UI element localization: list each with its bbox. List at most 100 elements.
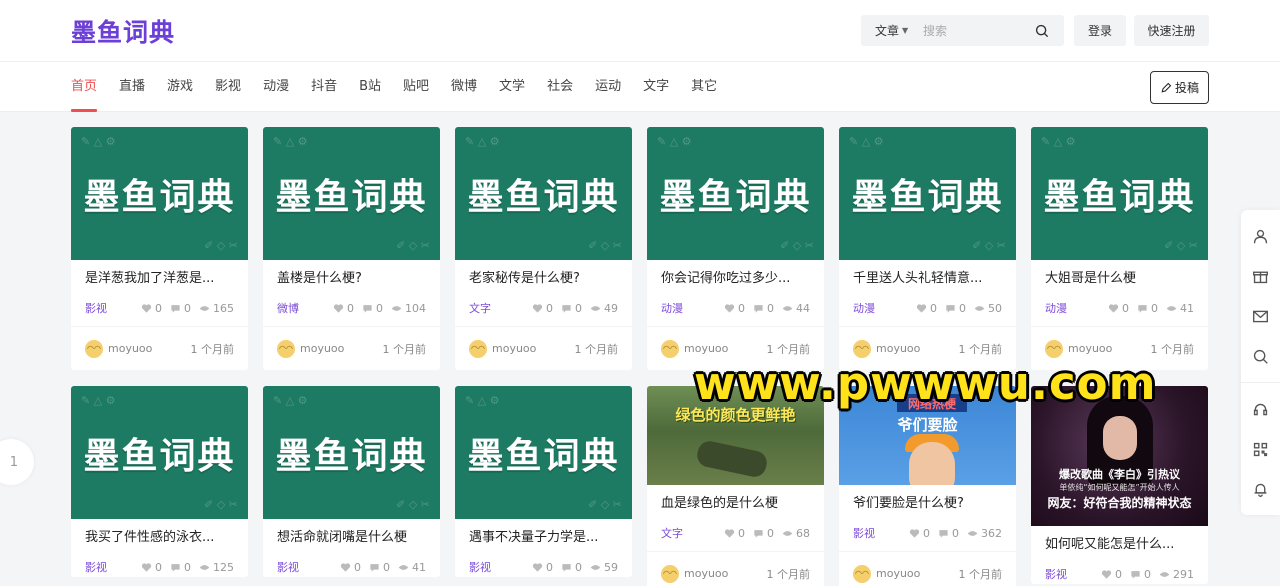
post-card[interactable]: ✎ △ ⚙ ✐ ◇ ✂ 墨鱼词典 老家秘传是什么梗? 文字 0 0 49 ◠◠ … [455, 127, 632, 370]
post-card[interactable]: ✎ △ ⚙ ✐ ◇ ✂ 墨鱼词典 你会记得你吃过多少... 动漫 0 0 44 … [647, 127, 824, 370]
author-name[interactable]: moyuoo [492, 342, 575, 355]
post-card[interactable]: ✎ △ ⚙ ✐ ◇ ✂ 墨鱼词典 是洋葱我加了洋葱是... 影视 0 0 165… [71, 127, 248, 370]
post-card[interactable]: ✎ △ ⚙ ✐ ◇ ✂ 墨鱼词典 盖楼是什么梗? 微博 0 0 104 ◠◠ m… [263, 127, 440, 370]
post-thumbnail[interactable]: ✎ △ ⚙ ✐ ◇ ✂ 墨鱼词典 [647, 127, 824, 260]
post-thumbnail[interactable]: ✎ △ ⚙ ✐ ◇ ✂ 墨鱼词典 [71, 127, 248, 260]
search-type-select[interactable]: 文章 ▼ [861, 22, 923, 39]
doodle-icon: ✎ △ ⚙ [465, 394, 500, 407]
site-logo[interactable]: 墨鱼词典 [71, 13, 175, 49]
nav-item-live[interactable]: 直播 [119, 62, 145, 112]
avatar[interactable]: ◠◠ [661, 339, 679, 358]
nav-item-sports[interactable]: 运动 [595, 62, 621, 112]
post-category[interactable]: 微博 [277, 300, 325, 316]
post-card[interactable]: ✎ △ ⚙ ✐ ◇ ✂ 墨鱼词典 大姐哥是什么梗 动漫 0 0 41 ◠◠ mo… [1031, 127, 1208, 370]
post-thumbnail[interactable]: 爆改歌曲《李白》引热议 单依纯“如何呢又能怎”开始人传人 网友：好符合我的精神状… [1031, 386, 1208, 526]
post-thumbnail[interactable]: ✎ △ ⚙ ✐ ◇ ✂ 墨鱼词典 [263, 127, 440, 260]
author-name[interactable]: moyuoo [300, 342, 383, 355]
post-thumbnail[interactable]: ✎ △ ⚙ ✐ ◇ ✂ 墨鱼词典 [455, 386, 632, 519]
post-card[interactable]: ✎ △ ⚙ ✐ ◇ ✂ 墨鱼词典 千里送人头礼轻情意... 动漫 0 0 50 … [839, 127, 1016, 370]
avatar[interactable]: ◠◠ [277, 339, 295, 358]
comment-icon [1131, 570, 1140, 579]
post-category[interactable]: 文字 [661, 525, 716, 541]
post-card[interactable]: 网络热梗 爷们要脸 爷们要脸是什么梗? 影视 0 0 362 ◠◠ moyuoo… [839, 386, 1016, 586]
post-card[interactable]: 绿色的颜色更鲜艳 血是绿色的是什么梗 文字 0 0 68 ◠◠ moyuoo 1… [647, 386, 824, 586]
gift-button[interactable] [1241, 256, 1280, 296]
post-thumbnail[interactable]: ✎ △ ⚙ ✐ ◇ ✂ 墨鱼词典 [263, 386, 440, 519]
comment-icon [562, 563, 571, 572]
nav-item-weibo[interactable]: 微博 [451, 62, 477, 112]
post-title[interactable]: 爷们要脸是什么梗? [839, 485, 1016, 523]
post-title[interactable]: 想活命就闭嘴是什么梗 [263, 519, 440, 557]
nav-item-anime[interactable]: 动漫 [263, 62, 289, 112]
nav-item-home[interactable]: 首页 [71, 62, 98, 112]
post-card[interactable]: ✎ △ ⚙ ✐ ◇ ✂ 墨鱼词典 我买了件性感的泳衣... 影视 0 0 125 [71, 386, 248, 577]
post-card[interactable]: 爆改歌曲《李白》引热议 单依纯“如何呢又能怎”开始人传人 网友：好符合我的精神状… [1031, 386, 1208, 584]
post-category[interactable]: 影视 [469, 559, 524, 575]
post-title[interactable]: 盖楼是什么梗? [263, 260, 440, 298]
register-button[interactable]: 快速注册 [1134, 15, 1209, 46]
nav-item-douyin[interactable]: 抖音 [311, 62, 337, 112]
author-name[interactable]: moyuoo [684, 567, 767, 580]
post-title[interactable]: 是洋葱我加了洋葱是... [71, 260, 248, 298]
submit-post-button[interactable]: 投稿 [1150, 71, 1209, 104]
post-thumbnail[interactable]: 绿色的颜色更鲜艳 [647, 386, 824, 485]
post-category[interactable]: 动漫 [853, 300, 908, 316]
view-count-value: 44 [796, 301, 810, 315]
post-title[interactable]: 千里送人头礼轻情意... [839, 260, 1016, 298]
post-category[interactable]: 影视 [85, 559, 133, 575]
qrcode-button[interactable] [1241, 429, 1280, 469]
user-button[interactable] [1241, 216, 1280, 256]
nav-item-games[interactable]: 游戏 [167, 62, 193, 112]
post-category[interactable]: 影视 [853, 525, 901, 541]
post-category[interactable]: 影视 [277, 559, 332, 575]
search-button[interactable] [1027, 15, 1057, 46]
author-name[interactable]: moyuoo [1068, 342, 1151, 355]
post-title[interactable]: 血是绿色的是什么梗 [647, 485, 824, 523]
avatar[interactable]: ◠◠ [469, 339, 487, 358]
post-thumbnail[interactable]: ✎ △ ⚙ ✐ ◇ ✂ 墨鱼词典 [839, 127, 1016, 260]
nav-item-bilibili[interactable]: B站 [359, 62, 381, 112]
post-card[interactable]: ✎ △ ⚙ ✐ ◇ ✂ 墨鱼词典 想活命就闭嘴是什么梗 影视 0 0 41 [263, 386, 440, 577]
post-title[interactable]: 你会记得你吃过多少... [647, 260, 824, 298]
nav-item-literature[interactable]: 文学 [499, 62, 525, 112]
nav-item-tieba[interactable]: 贴吧 [403, 62, 429, 112]
comment-count-value: 0 [383, 560, 390, 574]
post-category[interactable]: 影视 [1045, 566, 1093, 582]
post-card[interactable]: ✎ △ ⚙ ✐ ◇ ✂ 墨鱼词典 遇事不决量子力学是... 影视 0 0 59 [455, 386, 632, 577]
doodle-icon: ✎ △ ⚙ [273, 135, 308, 148]
author-name[interactable]: moyuoo [684, 342, 767, 355]
post-title[interactable]: 大姐哥是什么梗 [1031, 260, 1208, 298]
avatar[interactable]: ◠◠ [661, 564, 679, 583]
page-indicator[interactable]: 1 [0, 439, 34, 485]
login-button[interactable]: 登录 [1074, 15, 1126, 46]
post-title[interactable]: 遇事不决量子力学是... [455, 519, 632, 557]
post-title[interactable]: 我买了件性感的泳衣... [71, 519, 248, 557]
search-button-rail[interactable] [1241, 336, 1280, 376]
search-input[interactable] [923, 23, 1027, 38]
nav-item-other[interactable]: 其它 [691, 62, 717, 112]
post-thumbnail[interactable]: 网络热梗 爷们要脸 [839, 386, 1016, 485]
post-thumbnail[interactable]: ✎ △ ⚙ ✐ ◇ ✂ 墨鱼词典 [1031, 127, 1208, 260]
author-name[interactable]: moyuoo [876, 567, 959, 580]
avatar[interactable]: ◠◠ [1045, 339, 1063, 358]
post-thumbnail[interactable]: ✎ △ ⚙ ✐ ◇ ✂ 墨鱼词典 [71, 386, 248, 519]
post-meta: 影视 0 0 41 [263, 557, 440, 577]
author-name[interactable]: moyuoo [108, 342, 191, 355]
nav-item-society[interactable]: 社会 [547, 62, 573, 112]
post-thumbnail[interactable]: ✎ △ ⚙ ✐ ◇ ✂ 墨鱼词典 [455, 127, 632, 260]
post-category[interactable]: 动漫 [661, 300, 716, 316]
message-button[interactable] [1241, 296, 1280, 336]
nav-item-text[interactable]: 文字 [643, 62, 669, 112]
avatar[interactable]: ◠◠ [853, 339, 871, 358]
post-title[interactable]: 老家秘传是什么梗? [455, 260, 632, 298]
notification-button[interactable] [1241, 469, 1280, 509]
post-category[interactable]: 影视 [85, 300, 133, 316]
post-category[interactable]: 动漫 [1045, 300, 1100, 316]
author-name[interactable]: moyuoo [876, 342, 959, 355]
support-button[interactable] [1241, 389, 1280, 429]
nav-item-film[interactable]: 影视 [215, 62, 241, 112]
avatar[interactable]: ◠◠ [85, 339, 103, 358]
post-category[interactable]: 文字 [469, 300, 524, 316]
avatar[interactable]: ◠◠ [853, 564, 871, 583]
post-title[interactable]: 如何呢又能怎是什么... [1031, 526, 1208, 564]
